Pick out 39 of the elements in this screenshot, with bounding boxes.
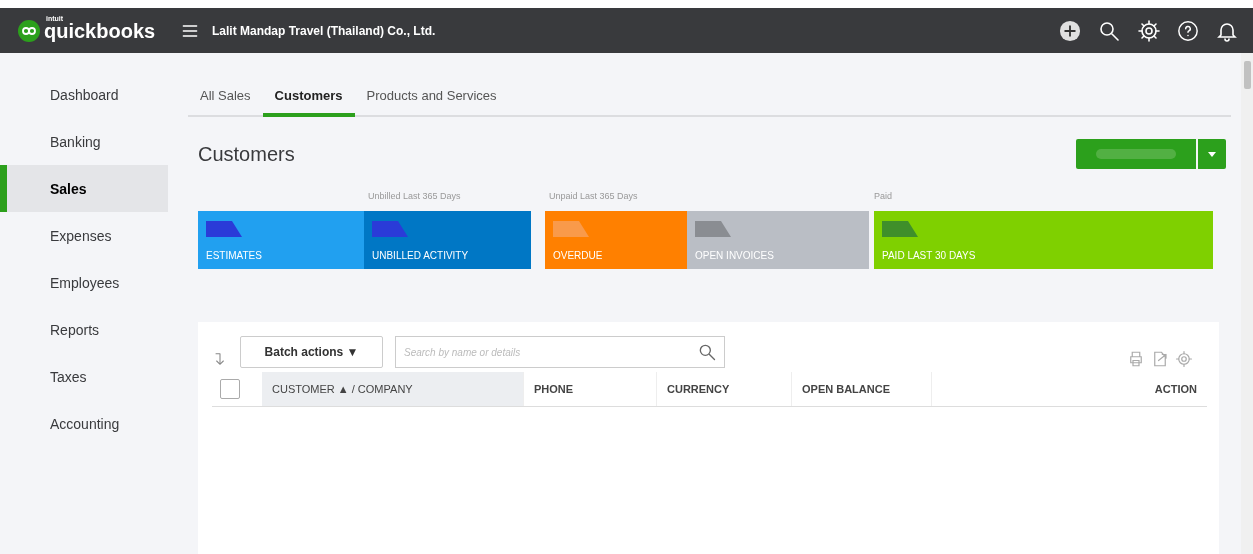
sidebar-item[interactable]: Reports xyxy=(0,306,168,353)
sidebar-item[interactable]: Dashboard xyxy=(0,71,168,118)
sidebar-item[interactable]: Expenses xyxy=(0,212,168,259)
search-field[interactable]: Search by name or details xyxy=(395,336,725,368)
tab[interactable]: Customers xyxy=(262,67,355,117)
batch-actions-button[interactable]: Batch actions ▼ xyxy=(240,336,383,368)
dropdown-button[interactable] xyxy=(1198,139,1226,169)
redaction-mark xyxy=(206,221,242,237)
sidebar-item[interactable]: Banking xyxy=(0,118,168,165)
column-header[interactable]: CURRENCY xyxy=(657,372,792,406)
caret-icon xyxy=(1208,151,1216,157)
logo-icon xyxy=(18,19,40,42)
company-name: Lalit Mandap Travel (Thailand) Co., Ltd. xyxy=(212,23,436,38)
summary-card[interactable]: UNBILLED ACTIVITY xyxy=(364,211,531,269)
redaction-mark xyxy=(553,221,589,237)
sidebar-item[interactable]: Employees xyxy=(0,259,168,306)
column-header[interactable]: CUSTOMER ▲ / COMPANY xyxy=(262,372,524,406)
card-caption: Unpaid Last 365 Days xyxy=(549,191,638,201)
export-icon[interactable] xyxy=(1151,350,1169,368)
redaction-mark xyxy=(372,221,408,237)
help-icon[interactable] xyxy=(1177,19,1199,42)
sidebar-item[interactable]: Accounting xyxy=(0,400,168,447)
redaction-mark xyxy=(882,221,918,237)
checkbox[interactable] xyxy=(220,379,240,399)
page-title: Customers xyxy=(198,142,295,166)
card-caption: Paid xyxy=(874,191,892,201)
search-icon[interactable] xyxy=(697,342,717,362)
column-header[interactable]: ACTION xyxy=(932,372,1207,406)
scrollbar-thumb[interactable] xyxy=(1243,61,1251,89)
column-header[interactable]: PHONE xyxy=(524,372,657,406)
tab[interactable]: All Sales xyxy=(188,67,263,117)
sidebar-item[interactable]: Sales xyxy=(0,165,168,212)
column-header[interactable]: OPEN BALANCE xyxy=(792,372,932,406)
redaction-mark xyxy=(695,221,731,237)
tab[interactable]: Products and Services xyxy=(354,67,509,117)
sidebar-item[interactable]: Taxes xyxy=(0,353,168,400)
print-icon[interactable] xyxy=(1127,350,1145,368)
plus-icon[interactable] xyxy=(1059,19,1081,42)
card-caption: Unbilled Last 365 Days xyxy=(368,191,461,201)
